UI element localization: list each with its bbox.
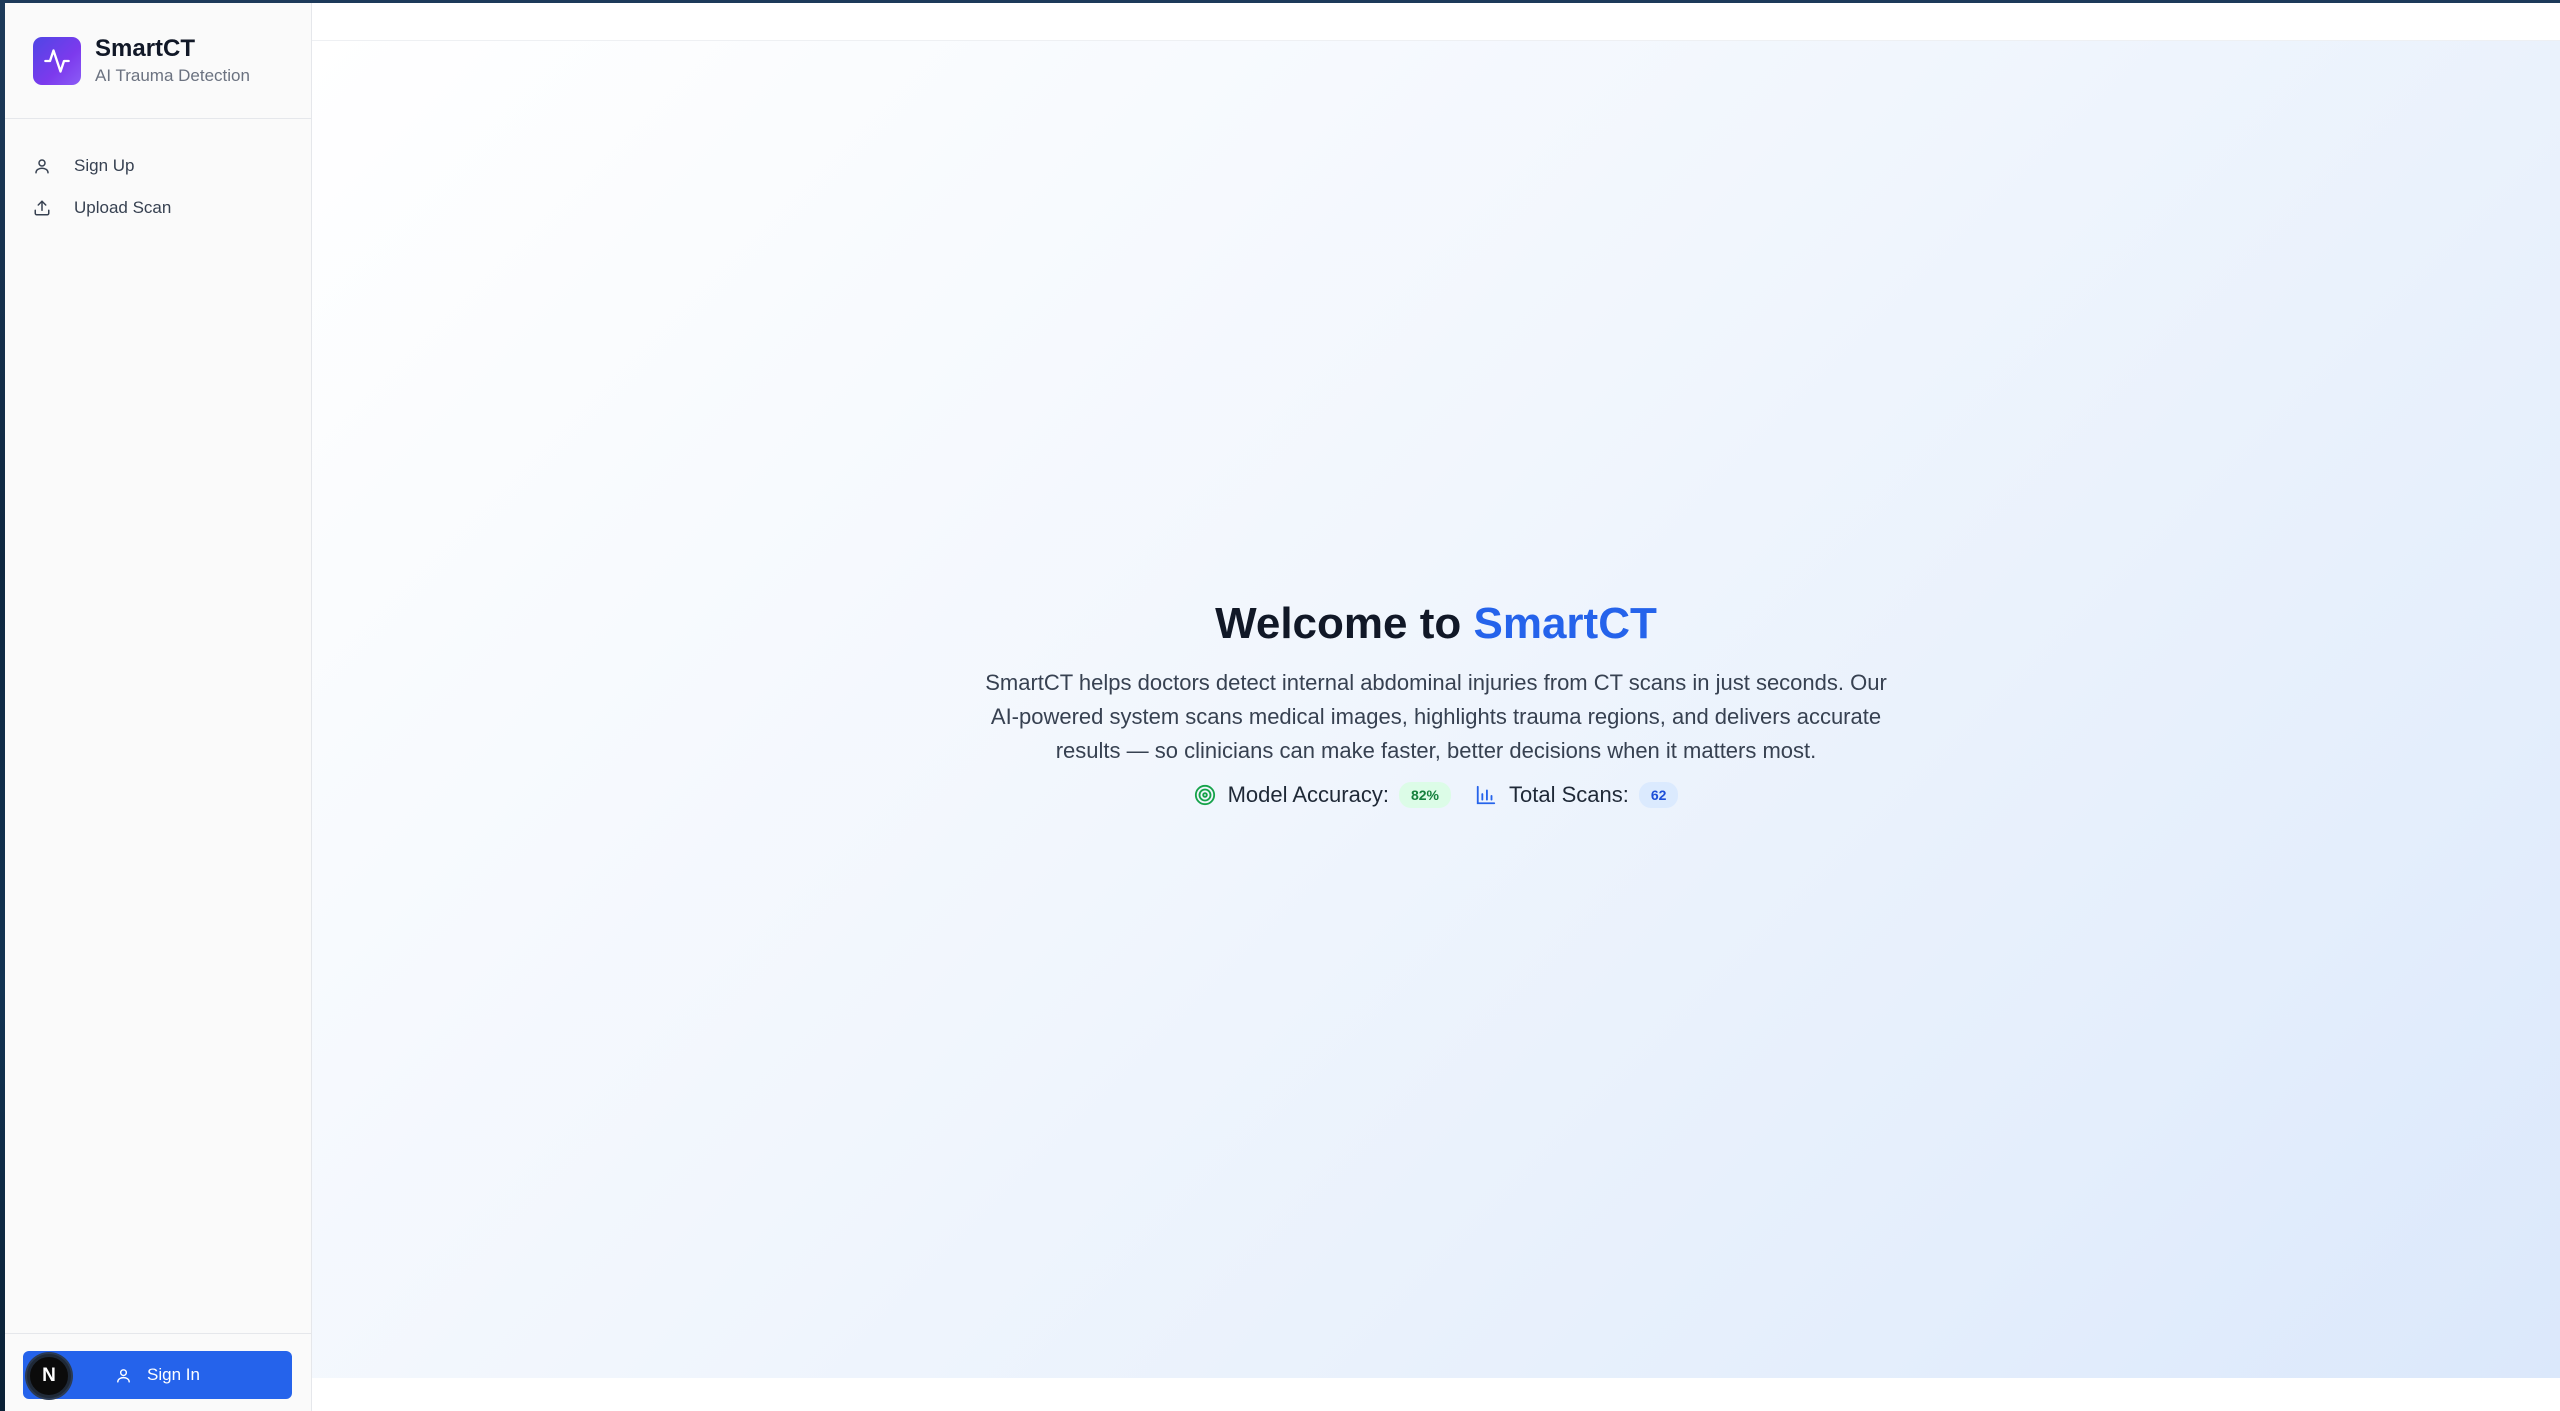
- accuracy-badge: 82%: [1398, 782, 1451, 808]
- sidebar-item-sign-up[interactable]: Sign Up: [18, 145, 298, 187]
- title-accent: SmartCT: [1473, 599, 1657, 648]
- title-prefix: Welcome to: [1215, 599, 1462, 648]
- app-window: SmartCT AI Trauma Detection Sign Up Uplo…: [5, 3, 2560, 1411]
- devtools-badge[interactable]: N: [27, 1354, 71, 1398]
- sign-in-label: Sign In: [147, 1365, 200, 1384]
- page-title: Welcome to SmartCT: [1215, 596, 1657, 652]
- hero-description: SmartCT helps doctors detect internal ab…: [985, 670, 1887, 763]
- bar-chart-icon: [1475, 783, 1499, 807]
- sidebar-item-label: Upload Scan: [74, 198, 172, 217]
- brand-subtitle: AI Trauma Detection: [95, 65, 250, 85]
- scans-badge: 62: [1638, 782, 1679, 808]
- brand-header: SmartCT AI Trauma Detection: [5, 3, 311, 119]
- upload-icon: [32, 198, 52, 218]
- sidebar-item-upload-scan[interactable]: Upload Scan: [18, 187, 298, 229]
- sidebar-footer: Sign In N: [5, 1333, 311, 1411]
- sidebar-nav: Sign Up Upload Scan: [5, 119, 311, 229]
- user-icon: [115, 1366, 133, 1384]
- user-icon: [32, 156, 52, 176]
- bottom-bar: [312, 1378, 2560, 1411]
- sidebar-item-label: Sign Up: [74, 156, 135, 175]
- target-icon: [1194, 783, 1218, 807]
- model-accuracy-stat: Model Accuracy: 82%: [1194, 782, 1451, 808]
- accuracy-label: Model Accuracy:: [1227, 782, 1389, 807]
- brand-name: SmartCT: [95, 34, 196, 62]
- stats-row: Model Accuracy: 82% Total Scans: 62: [1182, 782, 1691, 808]
- main-content: Welcome to SmartCT SmartCT helps doctors…: [312, 41, 2560, 1378]
- sidebar: SmartCT AI Trauma Detection Sign Up Uplo…: [5, 3, 312, 1411]
- top-bar: [312, 3, 2560, 41]
- total-scans-stat: Total Scans: 62: [1475, 782, 1679, 808]
- activity-pulse-icon: [33, 36, 81, 85]
- hero-section: Welcome to SmartCT SmartCT helps doctors…: [312, 596, 2560, 808]
- scans-label: Total Scans:: [1509, 782, 1629, 807]
